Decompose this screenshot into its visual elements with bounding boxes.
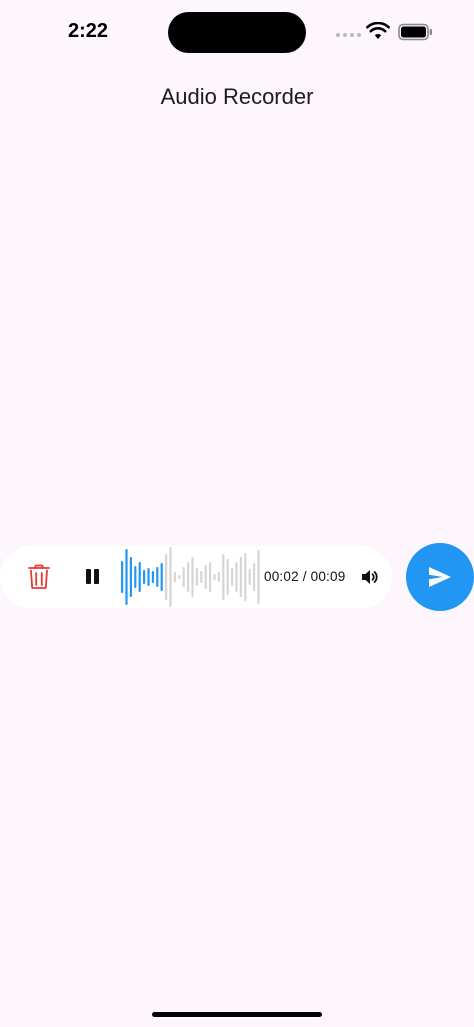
audio-player: 00:02 / 00:09 xyxy=(0,546,392,608)
waveform-bar xyxy=(147,568,150,586)
status-time: 2:22 xyxy=(68,20,109,42)
waveform-bar xyxy=(178,575,181,579)
waveform-bar xyxy=(134,566,137,588)
waveform-bar xyxy=(129,557,132,597)
waveform-bar xyxy=(244,553,247,601)
waveform-bar xyxy=(235,562,238,592)
waveform-bar xyxy=(160,563,163,591)
waveform-bar xyxy=(156,567,159,587)
home-indicator xyxy=(152,1012,322,1017)
send-button[interactable] xyxy=(406,543,474,611)
waveform-bar xyxy=(248,569,251,585)
waveform-bar xyxy=(217,572,220,582)
waveform-bar xyxy=(187,562,190,592)
send-icon xyxy=(429,567,451,587)
pause-icon[interactable] xyxy=(82,566,102,588)
waveform-bar xyxy=(169,547,172,607)
waveform-bar xyxy=(257,550,260,604)
trash-icon[interactable] xyxy=(27,564,51,590)
status-bar: 2:22 xyxy=(0,0,474,64)
waveform-scrubber[interactable] xyxy=(118,546,262,608)
waveform-bar xyxy=(125,549,128,605)
waveform-bar xyxy=(213,574,216,580)
waveform-bar xyxy=(195,568,198,586)
battery-icon xyxy=(398,23,432,41)
page-title: Audio Recorder xyxy=(160,84,314,109)
waveform-bar xyxy=(222,554,225,600)
waveform-bar xyxy=(191,557,194,597)
waveform-bar xyxy=(231,568,234,586)
volume-icon[interactable] xyxy=(360,567,380,587)
waveform-bar xyxy=(204,565,207,589)
waveform-bar xyxy=(209,562,212,592)
waveform-bar xyxy=(173,572,176,582)
playback-time: 00:02 / 00:09 xyxy=(264,569,346,584)
waveform-bar xyxy=(165,554,168,600)
waveform-bar xyxy=(226,559,229,595)
dynamic-island xyxy=(168,12,306,53)
waveform-bar xyxy=(121,561,124,593)
waveform-bar xyxy=(182,567,185,587)
wifi-icon xyxy=(366,22,390,39)
waveform-bar xyxy=(253,563,256,591)
waveform-bar xyxy=(200,571,203,583)
waveform-bar xyxy=(151,571,154,583)
waveform-bar xyxy=(138,562,141,592)
cellular-dots-icon xyxy=(336,33,361,37)
waveform-bar xyxy=(239,557,242,597)
waveform-bar xyxy=(143,570,146,584)
